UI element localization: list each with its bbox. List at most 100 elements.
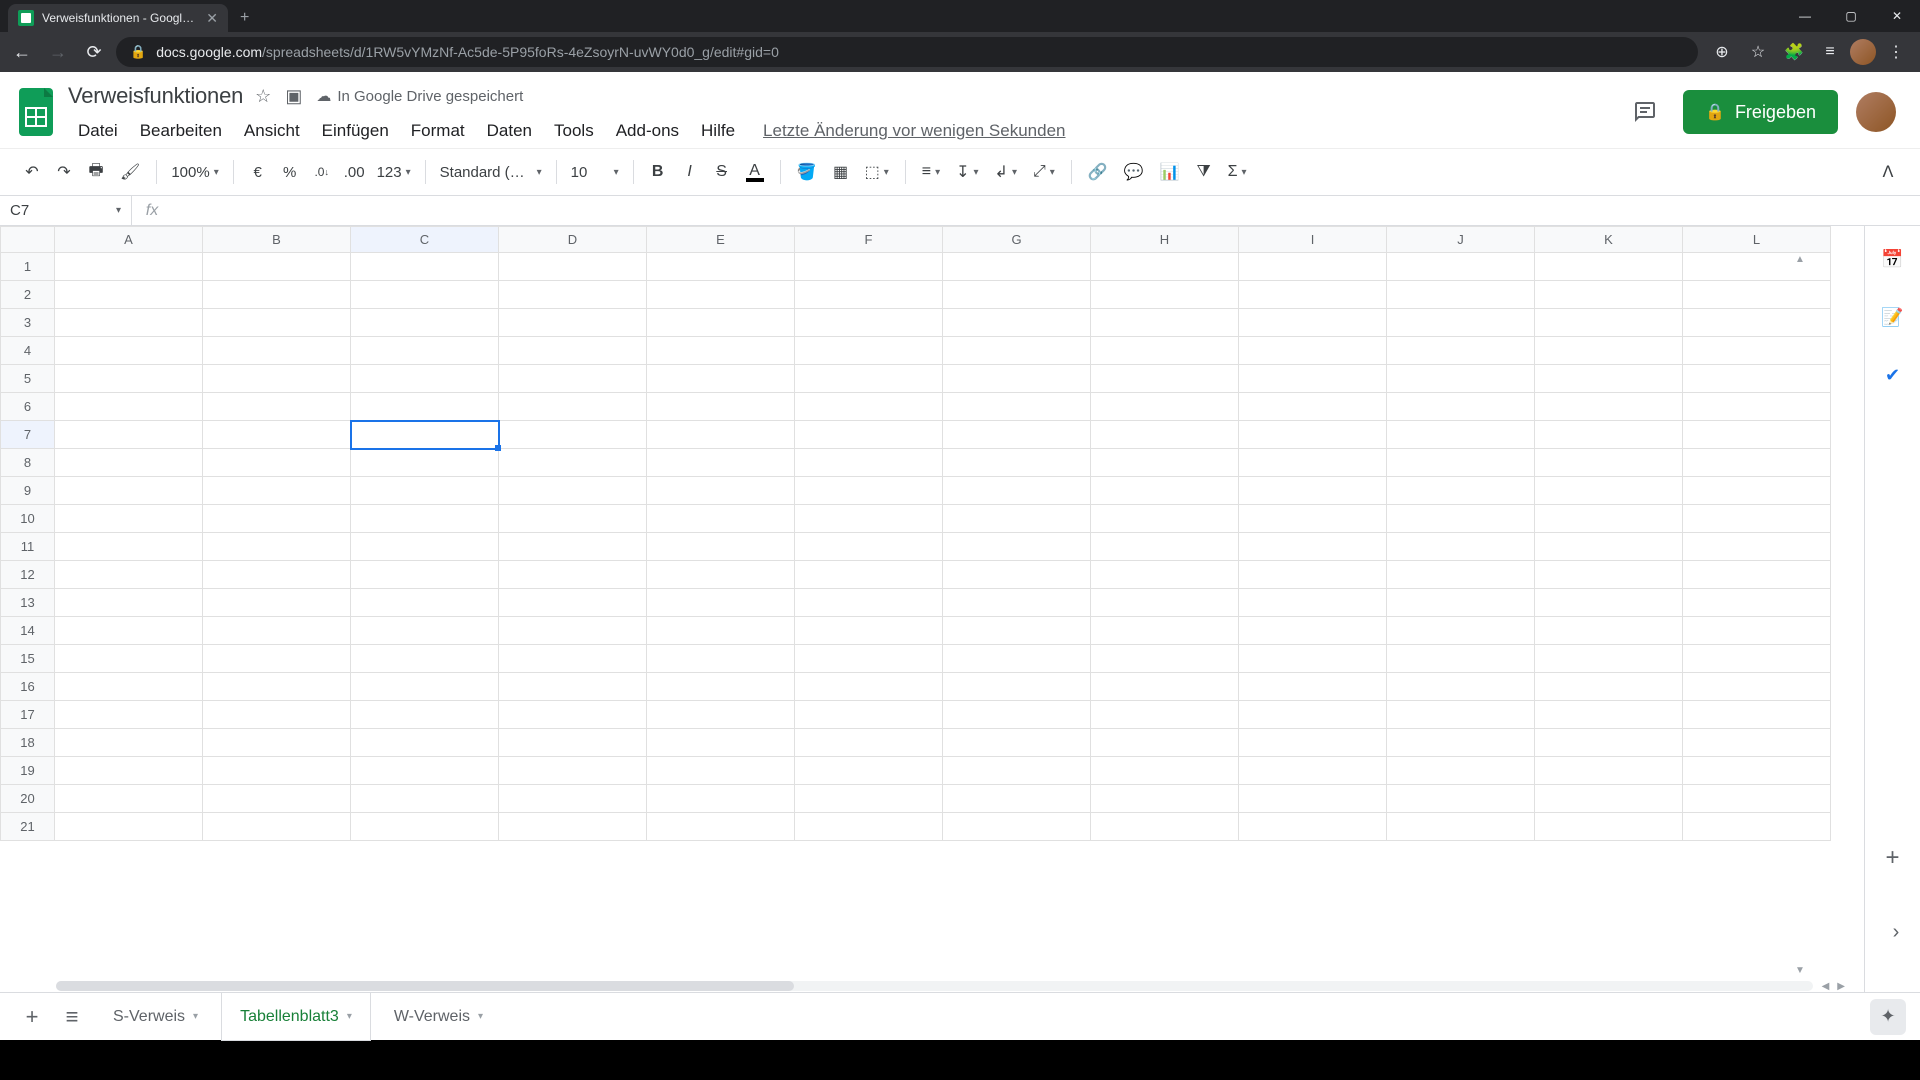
row-header[interactable]: 14 (1, 617, 55, 645)
comments-button[interactable] (1625, 92, 1665, 132)
cell[interactable] (1683, 645, 1831, 673)
cell[interactable] (1683, 337, 1831, 365)
row-header[interactable]: 11 (1, 533, 55, 561)
cell[interactable] (1387, 505, 1535, 533)
cell[interactable] (55, 281, 203, 309)
cell[interactable] (203, 337, 351, 365)
close-tab-icon[interactable]: ✕ (206, 10, 218, 27)
cell[interactable] (351, 449, 499, 477)
cell[interactable] (795, 757, 943, 785)
currency-button[interactable]: € (244, 157, 272, 187)
cell[interactable] (1091, 701, 1239, 729)
menu-tools[interactable]: Tools (544, 117, 604, 145)
column-header[interactable]: J (1387, 227, 1535, 253)
cell[interactable] (795, 365, 943, 393)
row-header[interactable]: 2 (1, 281, 55, 309)
cell[interactable] (203, 505, 351, 533)
cell[interactable] (1683, 673, 1831, 701)
cell[interactable] (351, 729, 499, 757)
cell[interactable] (1239, 365, 1387, 393)
cell[interactable] (55, 561, 203, 589)
cell[interactable] (55, 253, 203, 281)
cell[interactable] (1387, 365, 1535, 393)
cell[interactable] (1683, 701, 1831, 729)
cell[interactable] (1239, 477, 1387, 505)
cell[interactable] (1387, 533, 1535, 561)
star-doc-icon[interactable]: ☆ (255, 86, 271, 107)
cell[interactable] (943, 813, 1091, 841)
cell[interactable] (351, 561, 499, 589)
cell[interactable] (499, 337, 647, 365)
cell[interactable] (1683, 589, 1831, 617)
cell[interactable] (1091, 309, 1239, 337)
cell[interactable] (203, 421, 351, 449)
cell[interactable] (1387, 561, 1535, 589)
cell[interactable] (203, 449, 351, 477)
cell[interactable] (1535, 673, 1683, 701)
cell[interactable] (351, 505, 499, 533)
cell[interactable] (1387, 477, 1535, 505)
cell[interactable] (499, 309, 647, 337)
scroll-down-icon[interactable]: ▼ (1794, 963, 1806, 978)
calendar-icon[interactable]: 📅 (1878, 244, 1908, 274)
browser-menu-icon[interactable]: ⋮ (1880, 36, 1912, 68)
cell[interactable] (1387, 589, 1535, 617)
cell[interactable] (203, 785, 351, 813)
cell[interactable] (1091, 393, 1239, 421)
cell[interactable] (1683, 729, 1831, 757)
scroll-up-icon[interactable]: ▲ (1794, 252, 1806, 267)
cell[interactable] (1683, 477, 1831, 505)
percent-button[interactable]: % (276, 157, 304, 187)
cell[interactable] (943, 701, 1091, 729)
column-header[interactable]: L (1683, 227, 1831, 253)
vertical-scrollbar[interactable]: ▲ ▼ (1794, 252, 1806, 978)
minimize-button[interactable]: — (1782, 0, 1828, 32)
cell[interactable] (203, 673, 351, 701)
cell[interactable] (1091, 421, 1239, 449)
cell[interactable] (795, 589, 943, 617)
cell[interactable] (499, 449, 647, 477)
cell[interactable] (499, 785, 647, 813)
cell[interactable] (499, 701, 647, 729)
cell[interactable] (1091, 477, 1239, 505)
cell[interactable] (1535, 785, 1683, 813)
cell[interactable] (203, 561, 351, 589)
cell[interactable] (499, 813, 647, 841)
menu-insert[interactable]: Einfügen (312, 117, 399, 145)
cell[interactable] (1387, 645, 1535, 673)
all-sheets-button[interactable]: ≡ (54, 999, 90, 1035)
scroll-right-icon[interactable]: ▶ (1834, 981, 1848, 992)
zoom-icon[interactable]: ⊕ (1706, 36, 1738, 68)
cell[interactable] (1387, 393, 1535, 421)
cell[interactable] (1239, 505, 1387, 533)
cell[interactable] (351, 477, 499, 505)
cell[interactable] (351, 337, 499, 365)
cell[interactable] (1239, 281, 1387, 309)
cell[interactable] (1535, 281, 1683, 309)
column-header[interactable]: G (943, 227, 1091, 253)
cell[interactable] (795, 561, 943, 589)
cell[interactable] (55, 421, 203, 449)
cell[interactable] (1387, 421, 1535, 449)
chevron-down-icon[interactable]: ▾ (478, 1011, 483, 1022)
share-button[interactable]: 🔒 Freigeben (1683, 90, 1838, 134)
cell[interactable] (943, 281, 1091, 309)
row-header[interactable]: 5 (1, 365, 55, 393)
explore-button[interactable]: ✦ (1870, 999, 1906, 1035)
cell[interactable] (647, 589, 795, 617)
cell[interactable] (1535, 617, 1683, 645)
cell[interactable] (1683, 393, 1831, 421)
cell[interactable] (499, 253, 647, 281)
font-size-dropdown[interactable]: 10 (567, 157, 623, 187)
cell[interactable] (795, 281, 943, 309)
cell[interactable] (203, 309, 351, 337)
cell[interactable] (203, 281, 351, 309)
cell[interactable] (499, 729, 647, 757)
cell[interactable] (1535, 533, 1683, 561)
last-edit-link[interactable]: Letzte Änderung vor wenigen Sekunden (763, 121, 1065, 141)
cell[interactable] (1239, 757, 1387, 785)
cell[interactable] (1387, 729, 1535, 757)
cell[interactable] (647, 757, 795, 785)
cell[interactable] (943, 561, 1091, 589)
undo-button[interactable]: ↶ (18, 157, 46, 187)
